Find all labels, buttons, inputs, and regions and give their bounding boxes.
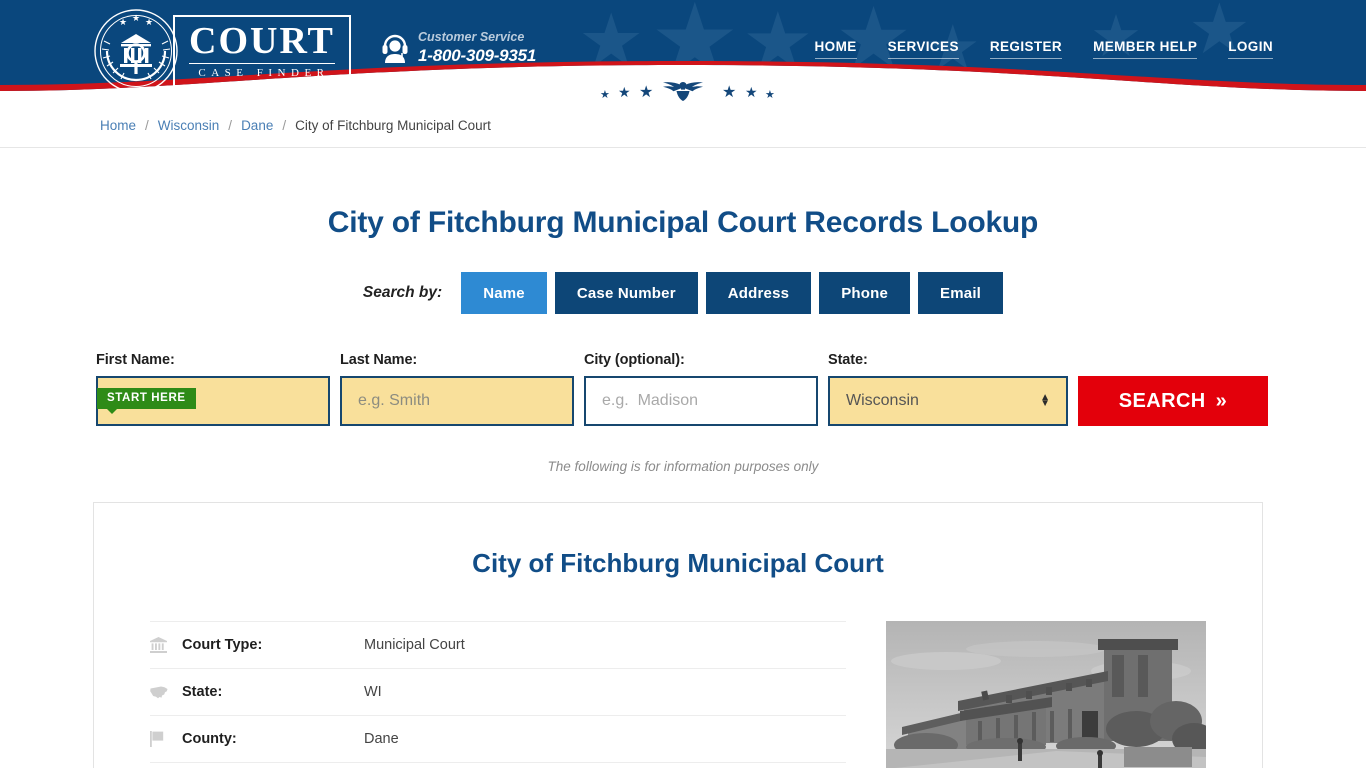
breadcrumb-separator: / <box>145 117 149 133</box>
logo-divider <box>189 63 335 64</box>
tab-address[interactable]: Address <box>705 272 812 314</box>
table-row: State: WI <box>150 668 846 715</box>
search-by-row: Search by: Name Case Number Address Phon… <box>93 272 1273 314</box>
city-field-group: City (optional): <box>584 352 818 426</box>
state-select[interactable]: Wisconsin ▲ ▼ <box>828 376 1068 426</box>
table-row: County: Dane <box>150 715 846 762</box>
breadcrumb-separator: / <box>282 117 287 133</box>
detail-value: WI <box>364 684 382 700</box>
logo-title: COURT <box>189 20 335 62</box>
search-form: First Name: Last Name: City (optional): … <box>93 352 1273 426</box>
site-logo[interactable]: ★ ★ ★ COURT CASE FINDER <box>93 8 351 94</box>
tab-email[interactable]: Email <box>918 272 1004 314</box>
table-row-spacer <box>150 762 846 768</box>
search-type-tabs: Name Case Number Address Phone Email <box>461 272 1004 314</box>
breadcrumb-bar: Home / Wisconsin / Dane / City of Fitchb… <box>0 103 1366 148</box>
nav-home[interactable]: HOME <box>814 39 857 59</box>
city-input[interactable] <box>584 376 818 426</box>
search-by-label: Search by: <box>362 284 443 301</box>
court-detail-card: City of Fitchburg Municipal Court Court … <box>93 502 1263 768</box>
main-content: City of Fitchburg Municipal Court Record… <box>93 206 1273 768</box>
breadcrumb: Home / Wisconsin / Dane / City of Fitchb… <box>93 118 1273 133</box>
last-name-label: Last Name: <box>340 352 418 368</box>
breadcrumb-item-wisconsin[interactable]: Wisconsin <box>158 118 220 133</box>
nav-register[interactable]: REGISTER <box>989 39 1063 59</box>
state-label: State: <box>828 352 868 368</box>
court-seal-icon: ★ ★ ★ <box>93 8 179 94</box>
detail-label: County: <box>182 731 237 747</box>
customer-service-block: Customer Service 1-800-309-9351 <box>381 30 536 66</box>
nav-services[interactable]: SERVICES <box>887 39 959 59</box>
detail-label: State: <box>182 684 223 700</box>
detail-label: Court Type: <box>182 637 263 653</box>
detail-value: Dane <box>364 731 399 747</box>
start-here-badge-wrap: START HERE <box>97 388 196 414</box>
court-name-title: City of Fitchburg Municipal Court <box>472 548 884 578</box>
us-map-icon <box>150 686 182 699</box>
logo-subtitle: CASE FINDER <box>198 67 330 79</box>
svg-text:★: ★ <box>145 18 153 28</box>
svg-text:★: ★ <box>132 14 140 24</box>
tab-case-number[interactable]: Case Number <box>554 272 698 314</box>
breadcrumb-separator: / <box>228 117 233 133</box>
customer-service-label: Customer Service <box>418 30 525 44</box>
first-name-label: First Name: <box>96 352 175 368</box>
main-navigation: HOME SERVICES REGISTER MEMBER HELP LOGIN <box>814 39 1273 59</box>
breadcrumb-item-current: City of Fitchburg Municipal Court <box>295 117 491 133</box>
info-note: The following is for information purpose… <box>547 459 819 474</box>
double-chevron-right-icon: » <box>1215 389 1228 412</box>
page-title: City of Fitchburg Municipal Court Record… <box>327 206 1039 239</box>
bank-building-icon <box>150 637 182 653</box>
nav-member-help[interactable]: MEMBER HELP <box>1093 39 1198 59</box>
search-button-label: SEARCH <box>1118 389 1206 412</box>
breadcrumb-item-dane[interactable]: Dane <box>241 118 273 133</box>
headset-support-icon <box>381 33 409 63</box>
customer-service-phone[interactable]: 1-800-309-9351 <box>418 46 536 66</box>
chevron-updown-icon: ▲ ▼ <box>1040 392 1050 409</box>
courthouse-photo <box>886 621 1206 768</box>
state-field-group: State: Wisconsin ▲ ▼ <box>828 352 1068 426</box>
tab-phone[interactable]: Phone <box>819 272 911 314</box>
last-name-field-group: Last Name: <box>340 352 574 426</box>
breadcrumb-item-home[interactable]: Home <box>100 118 136 133</box>
table-row: Court Type: Municipal Court <box>150 621 846 668</box>
court-detail-table: Court Type: Municipal Court State: WI Co… <box>150 621 846 768</box>
flag-icon <box>150 731 182 747</box>
nav-login[interactable]: LOGIN <box>1228 39 1273 59</box>
svg-text:★: ★ <box>119 18 127 28</box>
city-label: City (optional): <box>584 352 685 368</box>
court-detail-body: Court Type: Municipal Court State: WI Co… <box>94 621 1262 768</box>
last-name-input[interactable] <box>340 376 574 426</box>
detail-value: Municipal Court <box>364 637 465 653</box>
start-here-badge: START HERE <box>97 388 196 414</box>
tab-name[interactable]: Name <box>461 272 547 314</box>
search-button[interactable]: SEARCH » <box>1078 376 1268 426</box>
site-header: ★ ★ ★ ★ ★ ★ ★ ★ ★ ★ COURT CASE FINDER Cu… <box>0 0 1366 103</box>
state-select-value: Wisconsin <box>846 392 919 409</box>
